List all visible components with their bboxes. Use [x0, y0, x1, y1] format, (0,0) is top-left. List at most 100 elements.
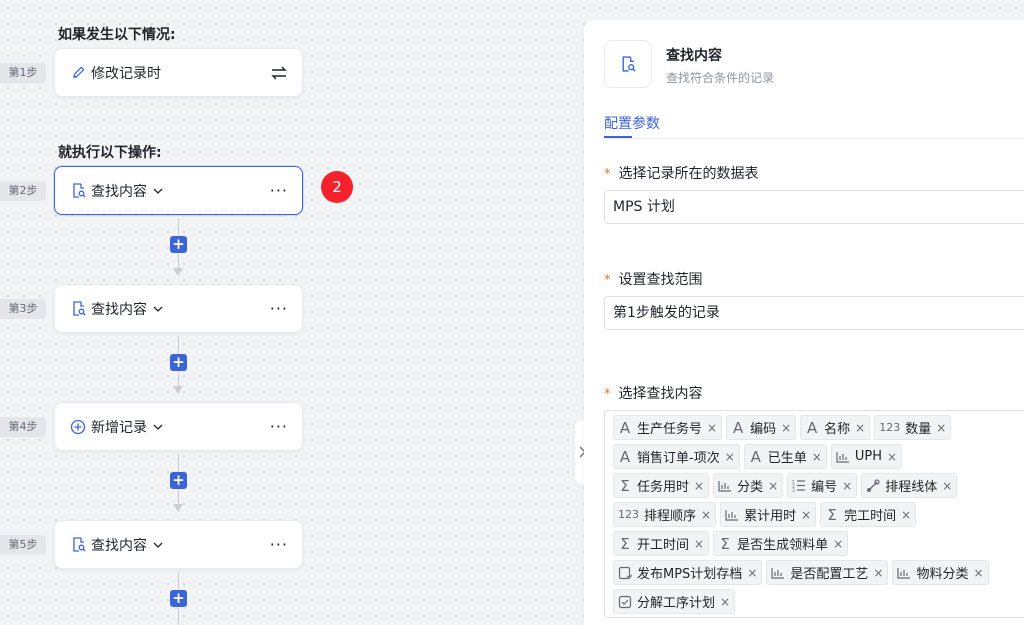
trigger-card[interactable]: 修改记录时: [54, 48, 303, 97]
add-step-button[interactable]: +: [170, 472, 187, 489]
swap-icon[interactable]: [270, 66, 288, 80]
step-tag-3: 第3步: [0, 299, 46, 319]
field-tag[interactable]: Σ 任务用时 ×: [613, 473, 710, 498]
action-heading: 就执行以下操作:: [58, 145, 162, 161]
field-tag[interactable]: 是否配置工艺 ×: [766, 560, 889, 585]
notification-badge: 2: [321, 171, 353, 203]
remove-tag-icon[interactable]: ×: [812, 450, 822, 464]
chart-field-icon: [836, 449, 850, 465]
step-tag-2: 第2步: [0, 181, 46, 201]
field-tag[interactable]: UPH ×: [830, 444, 903, 469]
remove-tag-icon[interactable]: ×: [901, 508, 911, 522]
tag-label: 编号: [811, 480, 838, 495]
tag-label: UPH: [854, 449, 882, 464]
tag-label: 排程线体: [885, 480, 938, 495]
step-label: 查找内容: [91, 537, 147, 554]
field-tag[interactable]: 分解工序计划 ×: [613, 589, 736, 614]
chevron-down-icon[interactable]: [153, 421, 165, 433]
text-field-icon: A: [732, 418, 744, 437]
tag-label: 排程顺序: [644, 509, 697, 524]
chevron-down-icon[interactable]: [153, 539, 165, 551]
field-tag[interactable]: 123 数量 ×: [874, 415, 952, 440]
remove-tag-icon[interactable]: ×: [855, 421, 865, 435]
scope-select[interactable]: 第1步触发的记录: [604, 296, 1024, 330]
tab-config[interactable]: 配置参数: [604, 113, 660, 133]
tag-label: 已生单: [767, 451, 807, 466]
field-label-text: 设置查找范围: [618, 272, 703, 288]
tag-row: 分解工序计划 ×: [613, 589, 1024, 614]
find-record-icon: [69, 182, 87, 200]
step-label: 查找内容: [91, 301, 147, 318]
remove-tag-icon[interactable]: ×: [694, 479, 704, 493]
field-tag[interactable]: Σ 完工时间 ×: [820, 502, 917, 527]
formula-icon: Σ: [720, 534, 730, 553]
text-field-icon: A: [807, 418, 818, 437]
checkbox-icon: [618, 594, 632, 610]
chevron-down-icon[interactable]: [153, 303, 165, 315]
find-record-icon: [69, 536, 87, 554]
remove-tag-icon[interactable]: ×: [725, 450, 735, 464]
step-tag-1: 第1步: [0, 63, 46, 83]
required-mark: *: [604, 387, 611, 402]
more-icon[interactable]: ···: [270, 299, 288, 318]
field-tag[interactable]: A 销售订单-项次 ×: [613, 444, 740, 469]
remove-tag-icon[interactable]: ×: [833, 537, 843, 551]
step-label: 新增记录: [91, 419, 147, 436]
remove-tag-icon[interactable]: ×: [768, 479, 778, 493]
remove-tag-icon[interactable]: ×: [887, 450, 897, 464]
find-record-icon: [69, 300, 87, 318]
svg-text:3: 3: [792, 488, 795, 492]
chevron-down-icon[interactable]: [153, 185, 165, 197]
table-select[interactable]: MPS 计划: [604, 190, 1024, 224]
field-tag[interactable]: A 已生单 ×: [743, 444, 827, 469]
tag-label: 数量: [905, 422, 932, 437]
panel-subtitle: 查找符合条件的记录: [666, 71, 775, 85]
field-tag[interactable]: 累计用时 ×: [720, 502, 817, 527]
formula-icon: Σ: [620, 476, 630, 495]
remove-tag-icon[interactable]: ×: [747, 566, 757, 580]
add-step-button[interactable]: +: [170, 590, 187, 607]
remove-tag-icon[interactable]: ×: [873, 566, 883, 580]
step-card-3[interactable]: 查找内容 ···: [54, 284, 303, 333]
remove-tag-icon[interactable]: ×: [707, 421, 717, 435]
remove-tag-icon[interactable]: ×: [720, 595, 730, 609]
field-tag[interactable]: Σ 开工时间 ×: [613, 531, 710, 556]
field-tag-select[interactable]: A 生产任务号 × A 编码 × A 名称 × 123 数量 × A 销售订单-项次 × A 已生单 × UPH × Σ…: [604, 410, 1024, 618]
formula-icon: Σ: [620, 534, 630, 553]
remove-tag-icon[interactable]: ×: [942, 479, 952, 493]
field-tag[interactable]: 123 排程顺序 ×: [613, 502, 717, 527]
field-tag[interactable]: 1 2 3 编号 ×: [787, 473, 858, 498]
more-icon[interactable]: ···: [270, 417, 288, 436]
field-tag[interactable]: 排程线体 ×: [861, 473, 958, 498]
field-tag[interactable]: A 名称 ×: [800, 415, 871, 440]
remove-tag-icon[interactable]: ×: [801, 508, 811, 522]
remove-tag-icon[interactable]: ×: [694, 537, 704, 551]
field-tag[interactable]: 物料分类 ×: [892, 560, 989, 585]
remove-tag-icon[interactable]: ×: [973, 566, 983, 580]
config-panel: 查找内容 查找符合条件的记录 配置参数 * 选择记录所在的数据表 MPS 计划 *…: [584, 20, 1024, 625]
step-card-4[interactable]: 新增记录 ···: [54, 402, 303, 451]
tag-row: A 销售订单-项次 × A 已生单 × UPH ×: [613, 444, 1024, 469]
field-tag[interactable]: A 编码 ×: [726, 415, 797, 440]
field-tag[interactable]: 发布MPS计划存档 ×: [613, 560, 763, 585]
field-tag[interactable]: A 生产任务号 ×: [613, 415, 723, 440]
add-step-button[interactable]: +: [170, 236, 187, 253]
more-icon[interactable]: ···: [270, 181, 288, 200]
tag-label: 生产任务号: [637, 422, 703, 437]
field-tag[interactable]: 分类 ×: [713, 473, 784, 498]
remove-tag-icon[interactable]: ×: [781, 421, 791, 435]
step-card-5[interactable]: 查找内容 ···: [54, 520, 303, 569]
step-card-2[interactable]: 查找内容 ···: [54, 166, 303, 215]
more-icon[interactable]: ···: [270, 535, 288, 554]
add-step-button[interactable]: +: [170, 354, 187, 371]
remove-tag-icon[interactable]: ×: [842, 479, 852, 493]
remove-tag-icon[interactable]: ×: [936, 421, 946, 435]
flow-canvas: 如果发生以下情况: 第1步 修改记录时 就执行以下操作: 第2步 查找内容 ··…: [0, 0, 575, 625]
arrow-down-icon: [173, 504, 183, 512]
chart-field-icon: [771, 565, 785, 581]
field-tag[interactable]: Σ 是否生成领料单 ×: [713, 531, 849, 556]
field-label-text: 选择记录所在的数据表: [618, 166, 759, 182]
tab-divider: [604, 138, 1024, 139]
text-field-icon: A: [619, 447, 631, 466]
remove-tag-icon[interactable]: ×: [701, 508, 711, 522]
